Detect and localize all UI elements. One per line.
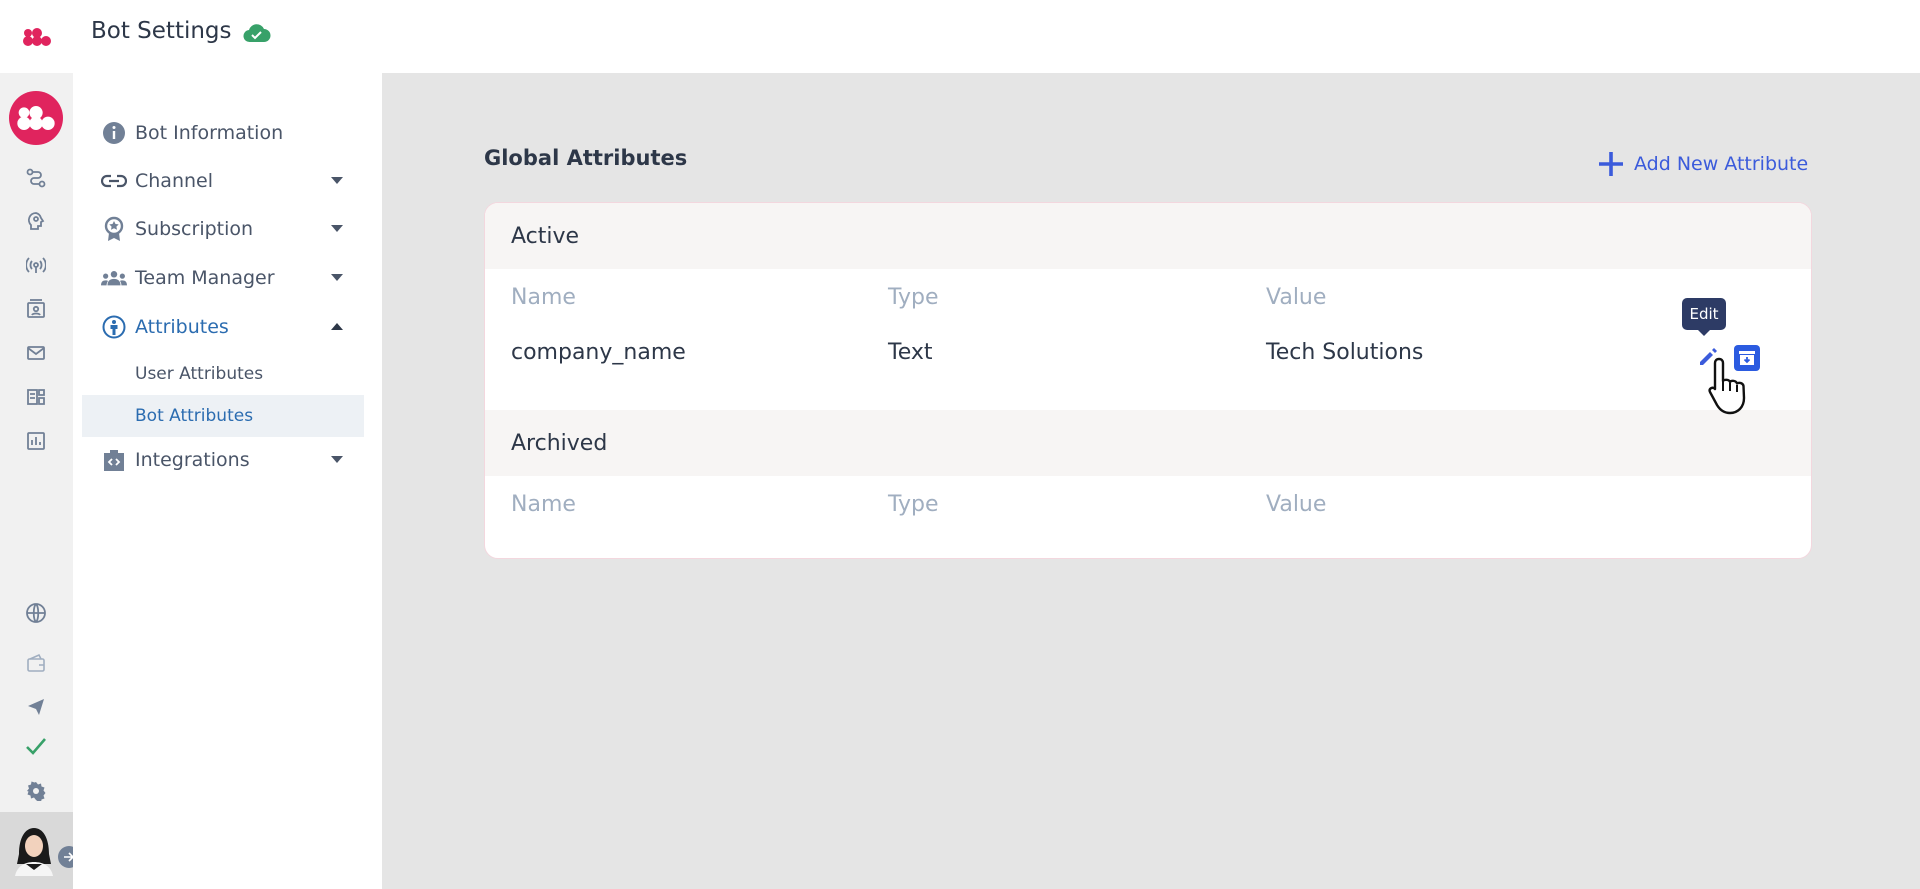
bot-avatar-logo[interactable] [9,91,63,145]
icon-rail [0,0,80,889]
row-value: Tech Solutions [1266,340,1424,365]
page-title: Bot Settings [91,18,232,44]
integrations-icon [101,447,127,473]
chevron-down-icon [331,225,343,232]
page-header: Bot Settings [73,0,1920,73]
wallet-icon[interactable] [23,650,49,676]
edit-tooltip: Edit [1682,298,1726,336]
archived-column-type: Type [888,492,939,517]
active-column-name: Name [511,285,576,310]
contacts-icon[interactable] [23,296,49,322]
section-title: Global Attributes [484,146,688,170]
badge-icon [101,216,127,242]
row-type: Text [888,340,933,365]
chevron-down-icon [331,456,343,463]
sidebar-subitem-bot-attributes[interactable]: Bot Attributes [82,395,364,437]
attributes-card: Active Name Type Value company_name Text… [484,202,1812,559]
settings-sidebar: Bot Information Channel Subscription Tea… [73,73,382,889]
archived-column-name: Name [511,492,576,517]
sidebar-item-label: Subscription [135,218,254,240]
plus-icon [1599,152,1623,176]
cloud-check-icon [243,22,271,48]
mail-icon[interactable] [23,340,49,366]
attributes-icon [101,314,127,340]
sidebar-item-label: Team Manager [135,267,275,289]
sidebar-item-label: Attributes [135,316,229,338]
sidebar-item-integrations[interactable]: Integrations [101,444,371,476]
sidebar-item-label: Integrations [135,449,250,471]
send-icon[interactable] [23,693,49,719]
sidebar-item-label: Bot Information [135,122,284,144]
add-new-attribute-label: Add New Attribute [1634,153,1809,175]
sidebar-subitem-user-attributes[interactable]: User Attributes [82,353,364,395]
active-column-type: Type [888,285,939,310]
active-column-value: Value [1266,285,1327,310]
brain-icon[interactable] [23,208,49,234]
chevron-up-icon [331,323,343,330]
flow-icon[interactable] [23,165,49,191]
chevron-down-icon [331,177,343,184]
main-content: Global Attributes Add New Attribute Acti… [382,73,1920,889]
analytics-icon[interactable] [23,428,49,454]
archived-column-value: Value [1266,492,1327,517]
sidebar-item-label: Channel [135,170,214,192]
sidebar-item-team-manager[interactable]: Team Manager [101,262,371,294]
sidebar-item-attributes[interactable]: Attributes [101,311,371,343]
gear-icon[interactable] [23,778,49,804]
archived-group-header: Archived [485,410,1811,476]
chevron-down-icon [331,274,343,281]
link-icon [101,168,127,194]
sidebar-item-channel[interactable]: Channel [101,165,371,197]
hand-cursor-icon [1708,357,1746,415]
avatar [15,828,53,876]
sidebar-item-subscription[interactable]: Subscription [101,213,371,245]
add-new-attribute-button[interactable]: Add New Attribute [1596,146,1808,182]
globe-icon[interactable] [23,600,49,626]
broadcast-icon[interactable] [23,252,49,278]
team-icon [101,265,127,291]
active-group-header: Active [485,203,1811,269]
info-icon [101,120,127,146]
brand-logo[interactable] [0,0,73,73]
row-name: company_name [511,340,686,365]
check-icon[interactable] [23,733,49,759]
sidebar-item-bot-information[interactable]: Bot Information [101,117,371,149]
reports-icon[interactable] [23,384,49,410]
